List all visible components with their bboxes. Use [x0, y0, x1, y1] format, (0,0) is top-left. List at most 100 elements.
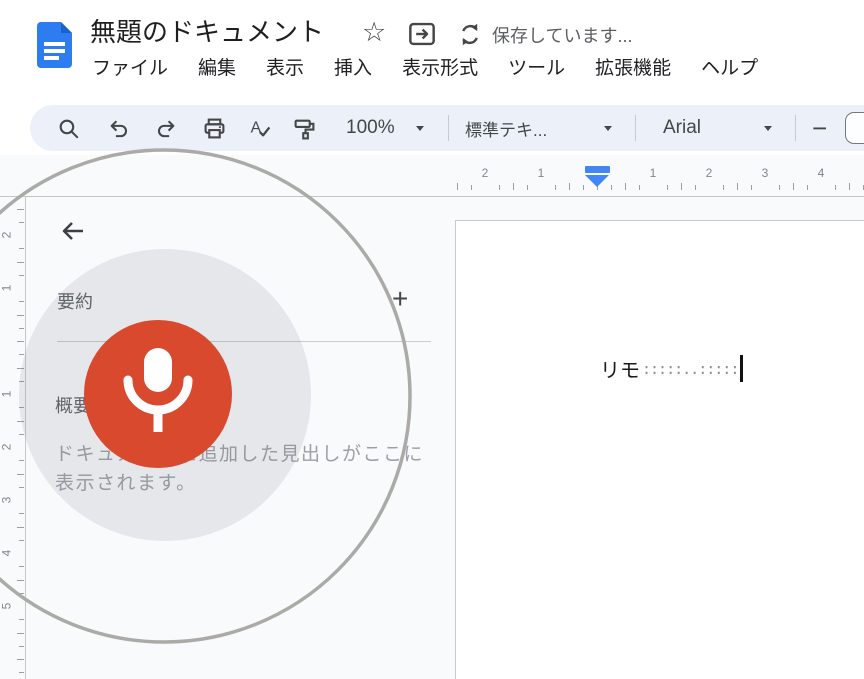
horizontal-ruler: 211234	[455, 160, 864, 196]
v-ruler-tick	[17, 659, 24, 660]
h-ruler-tick	[779, 185, 780, 190]
v-ruler-tick	[19, 275, 24, 276]
paint-format-icon[interactable]	[293, 117, 316, 140]
h-ruler-tick	[681, 183, 682, 190]
v-ruler-tick	[17, 262, 24, 263]
h-ruler-tick	[723, 185, 724, 190]
h-ruler-number: 1	[650, 166, 657, 180]
sidebar-border-line	[25, 196, 26, 679]
v-ruler-tick	[19, 222, 24, 223]
v-ruler-tick	[19, 646, 24, 647]
menu-bar: ファイル 編集 表示 挿入 表示形式 ツール 拡張機能 ヘルプ	[92, 56, 758, 82]
print-icon[interactable]	[203, 117, 226, 140]
zoom-dropdown-arrow-icon[interactable]	[416, 126, 424, 131]
ruler-border-line	[0, 196, 864, 197]
move-to-folder-icon[interactable]	[408, 21, 436, 47]
h-ruler-tick	[793, 183, 794, 190]
menu-edit[interactable]: 編集	[198, 56, 236, 82]
saving-status-text[interactable]: 保存しています...	[492, 22, 632, 48]
undo-icon[interactable]	[107, 117, 130, 140]
h-ruler-tick	[471, 185, 472, 190]
sync-saving-icon[interactable]	[457, 22, 483, 47]
svg-text:A: A	[251, 120, 262, 137]
toolbar-divider	[635, 115, 636, 141]
menu-file[interactable]: ファイル	[92, 56, 168, 82]
v-ruler-tick	[17, 474, 24, 475]
v-ruler-tick	[17, 580, 24, 581]
v-ruler-tick	[19, 460, 24, 461]
h-ruler-tick	[569, 183, 570, 190]
menu-tools[interactable]: ツール	[508, 56, 565, 82]
h-ruler-tick	[695, 185, 696, 190]
h-ruler-tick	[499, 185, 500, 190]
menu-extensions[interactable]: 拡張機能	[595, 56, 671, 82]
menu-help[interactable]: ヘルプ	[701, 56, 758, 82]
h-ruler-tick	[555, 185, 556, 190]
typed-text: リモ	[600, 354, 640, 383]
font-family-value[interactable]: Arial	[663, 105, 701, 151]
v-ruler-number: 3	[0, 497, 13, 504]
main-toolbar: A 100% 標準テキ... Arial −	[30, 105, 864, 151]
v-ruler-tick	[19, 354, 24, 355]
menu-view[interactable]: 表示	[266, 56, 304, 82]
paragraph-style-value[interactable]: 標準テキ...	[465, 105, 547, 151]
v-ruler-tick	[17, 421, 24, 422]
v-ruler-tick	[19, 301, 24, 302]
star-icon[interactable]: ☆	[362, 16, 386, 48]
v-ruler-tick	[19, 434, 24, 435]
v-ruler-tick	[17, 368, 24, 369]
v-ruler-tick	[17, 209, 24, 210]
document-page[interactable]	[455, 220, 864, 679]
h-ruler-tick	[737, 183, 738, 190]
v-ruler-number: 2	[0, 232, 13, 239]
h-ruler-tick	[751, 185, 752, 190]
v-ruler-tick	[19, 407, 24, 408]
close-panel-back-arrow-icon[interactable]	[58, 216, 88, 246]
spellcheck-icon[interactable]: A	[249, 117, 272, 140]
h-ruler-number: 1	[538, 166, 545, 180]
h-ruler-tick	[457, 183, 458, 190]
menu-insert[interactable]: 挿入	[334, 56, 372, 82]
speech-interim-dots: :::::..:::::	[642, 360, 738, 378]
v-ruler-tick	[19, 513, 24, 514]
v-ruler-tick	[19, 672, 24, 673]
v-ruler-tick	[19, 540, 24, 541]
first-line-indent-marker[interactable]	[585, 166, 610, 173]
h-ruler-tick	[625, 183, 626, 190]
microphone-button[interactable]	[84, 320, 232, 468]
google-docs-window: 無題のドキュメント ☆ 保存しています... ファイル 編集 表示 挿入 表示形…	[0, 0, 864, 679]
v-ruler-tick	[19, 619, 24, 620]
h-ruler-tick	[527, 185, 528, 190]
toolbar-divider	[448, 115, 449, 141]
v-ruler-number: 4	[0, 550, 13, 557]
document-title[interactable]: 無題のドキュメント	[90, 16, 324, 48]
font-size-input[interactable]	[845, 112, 864, 144]
style-dropdown-arrow-icon[interactable]	[604, 126, 612, 131]
v-ruler-tick	[19, 566, 24, 567]
h-ruler-tick	[667, 185, 668, 190]
v-ruler-number: 1	[0, 285, 13, 292]
v-ruler-number: 1	[0, 391, 13, 398]
docs-logo-icon[interactable]	[37, 22, 72, 68]
v-ruler-tick	[19, 328, 24, 329]
v-ruler-tick	[17, 633, 24, 634]
v-ruler-number: 5	[0, 603, 13, 610]
v-ruler-tick	[17, 341, 24, 342]
h-ruler-tick	[849, 183, 850, 190]
left-indent-marker[interactable]	[585, 175, 609, 187]
font-dropdown-arrow-icon[interactable]	[764, 126, 772, 131]
menu-format[interactable]: 表示形式	[402, 56, 478, 82]
search-icon[interactable]	[57, 117, 80, 140]
decrease-font-size-button[interactable]: −	[812, 105, 827, 151]
add-summary-button[interactable]: +	[392, 283, 408, 315]
h-ruler-tick	[611, 185, 612, 190]
redo-icon[interactable]	[155, 117, 178, 140]
h-ruler-tick	[583, 185, 584, 190]
v-ruler-tick	[19, 593, 24, 594]
h-ruler-tick	[513, 183, 514, 190]
h-ruler-number: 4	[818, 166, 825, 180]
zoom-value[interactable]: 100%	[346, 105, 395, 151]
h-ruler-number: 3	[762, 166, 769, 180]
v-ruler-tick	[17, 315, 24, 316]
v-ruler-tick	[19, 487, 24, 488]
